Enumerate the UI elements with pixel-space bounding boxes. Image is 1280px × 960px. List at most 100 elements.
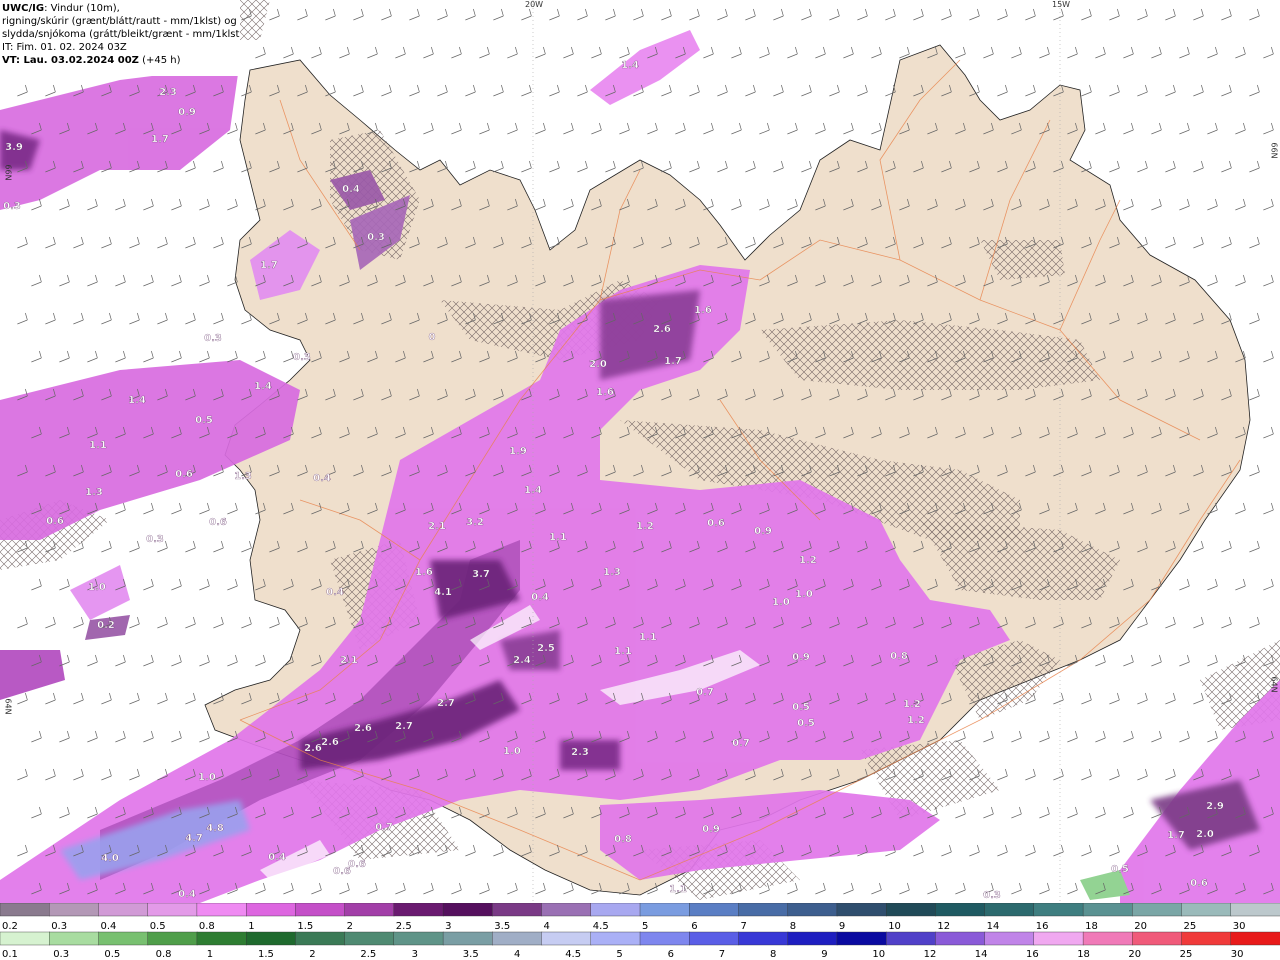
precip-value-label: 2.7 <box>395 721 413 732</box>
precip-value-label: 1.6 <box>415 567 433 578</box>
legend-tick-label: 12 <box>937 921 950 932</box>
precip-value-label: 0.4 <box>326 587 344 598</box>
legend-tick-label: 0.3 <box>53 949 69 960</box>
precip-value-label: 2.3 <box>159 87 177 98</box>
legend-tick-label: 9 <box>821 949 827 960</box>
precip-value-label: 3.7 <box>472 569 490 580</box>
precip-value-label: 2.0 <box>1196 829 1214 840</box>
legend-tick-label: 6 <box>691 921 697 932</box>
precip-value-label: 0.4 <box>342 184 360 195</box>
forecast-info-box: UWC/IG: Vindur (10m), rigning/skúrir (gr… <box>0 0 240 76</box>
rain-color-scale: 0.1 0.3 0.5 0.8 1 1.5 2 2.5 3 3.5 4 4.5 5 6 7 8 9 10 12 14 1… <box>0 931 1280 960</box>
forecast-map[interactable]: 3.92.30.91.70.31.40.40.31.70.3 00.31.41.4… <box>0 0 1280 903</box>
legend-tick-label: 20 <box>1134 921 1147 932</box>
precip-value-label: 4.1 <box>434 587 452 598</box>
precip-value-label: 1.2 <box>903 699 921 710</box>
legend-color-swatch <box>541 931 592 946</box>
color-scale-legend: 0.2 0.3 0.4 0.5 0.8 1 1.5 2 2.5 3 3.5 4 4.5 5 6 7 8 9 10 12… <box>0 903 1280 960</box>
legend-color-swatch <box>98 931 149 946</box>
precip-value-label: 1.4 <box>621 60 639 71</box>
model-name: UWC/IG <box>2 3 45 14</box>
legend-color-swatch <box>738 931 789 946</box>
precip-value-label: 0.6 <box>209 517 227 528</box>
precip-value-label: 1.4 <box>524 485 542 496</box>
legend-tick-label: 16 <box>1036 921 1049 932</box>
precip-value-label: 1.1 <box>89 440 107 451</box>
variable-snow: slydda/snjókoma (grátt/bleikt/grænt - mm… <box>2 29 240 40</box>
precip-value-label: 4.8 <box>206 823 224 834</box>
precip-value-label: 1.4 <box>128 395 146 406</box>
legend-tick-label: 16 <box>1026 949 1039 960</box>
precip-value-label: 2.9 <box>1206 801 1224 812</box>
legend-tick-label: 3 <box>412 949 418 960</box>
precip-value-label: 0 <box>429 332 436 343</box>
legend-tick-label: 5 <box>616 949 622 960</box>
legend-tick-label: 1.5 <box>258 949 274 960</box>
legend-tick-label: 12 <box>924 949 937 960</box>
precip-value-label: 0.3 <box>367 232 385 243</box>
latitude-label-64n-right: 64N <box>1269 676 1279 693</box>
legend-tick-label: 20 <box>1128 949 1141 960</box>
precip-value-label: 1.7 <box>151 134 169 145</box>
legend-tick-label: 7 <box>741 921 747 932</box>
legend-tick-label: 3.5 <box>463 949 479 960</box>
legend-tick-label: 6 <box>668 949 674 960</box>
precip-value-label: 1.3 <box>85 487 103 498</box>
precip-value-label: 4.7 <box>185 833 203 844</box>
legend-tick-label: 10 <box>872 949 885 960</box>
legend-tick-label: 4.5 <box>593 921 609 932</box>
legend-color-swatch <box>639 903 690 917</box>
precip-value-label: 1.0 <box>772 597 790 608</box>
legend-color-swatch <box>295 903 346 917</box>
legend-color-swatch <box>245 903 297 917</box>
precip-value-label: 2.1 <box>340 655 358 666</box>
legend-color-swatch <box>1082 903 1133 917</box>
precip-value-label: 0.3 <box>293 352 311 363</box>
precip-value-label: 0.3 <box>146 534 164 545</box>
precip-value-label: 0.8 <box>614 834 632 845</box>
legend-tick-label: 0.8 <box>156 949 172 960</box>
precip-value-label: 1.1 <box>614 646 632 657</box>
legend-tick-label: 25 <box>1180 949 1193 960</box>
legend-tick-label: 14 <box>987 921 1000 932</box>
precip-value-label: 1.7 <box>260 260 278 271</box>
latitude-label-66n-right: 66N <box>1269 142 1279 159</box>
snow-color-scale: 0.2 0.3 0.4 0.5 0.8 1 1.5 2 2.5 3 3.5 4 4.5 5 6 7 8 9 10 12… <box>0 903 1280 932</box>
legend-color-swatch <box>492 903 543 917</box>
legend-tick-label: 0.4 <box>101 921 117 932</box>
precip-value-label: 1.0 <box>795 589 813 600</box>
legend-color-swatch <box>787 903 838 917</box>
precip-value-label: 0.2 <box>97 620 115 631</box>
precip-value-label: 0.3 <box>3 201 21 212</box>
precip-value-label: 0.4 <box>178 889 196 900</box>
precip-value-label: 0.6 <box>175 469 193 480</box>
legend-tick-label: 0.2 <box>2 921 18 932</box>
legend-tick-label: 4.5 <box>565 949 581 960</box>
precip-value-label: 0.3 <box>204 333 222 344</box>
legend-color-swatch <box>0 903 50 917</box>
legend-color-swatch <box>49 931 100 946</box>
legend-color-swatch <box>1082 931 1133 946</box>
legend-color-swatch <box>787 931 838 946</box>
precip-value-label: 0.7 <box>375 822 393 833</box>
precip-value-label: 0.5 <box>792 702 810 713</box>
legend-color-swatch <box>836 931 887 946</box>
precip-value-label: 0.7 <box>732 738 750 749</box>
legend-tick-label: 30 <box>1231 949 1244 960</box>
latitude-label-64n-left: 64N <box>3 698 13 715</box>
legend-tick-label: 8 <box>790 921 796 932</box>
legend-tick-label: 5 <box>642 921 648 932</box>
legend-color-swatch <box>1033 931 1084 946</box>
legend-tick-label: 10 <box>888 921 901 932</box>
legend-tick-label: 0.8 <box>199 921 215 932</box>
legend-tick-label: 30 <box>1233 921 1246 932</box>
legend-color-swatch <box>196 931 247 946</box>
legend-color-swatch <box>1230 903 1280 917</box>
variable-rain: rigning/skúrir (grænt/blátt/rautt - mm/1… <box>2 16 237 27</box>
precip-value-label: 0.9 <box>792 652 810 663</box>
precip-value-label: 2.6 <box>321 737 339 748</box>
legend-color-swatch <box>442 903 494 917</box>
precip-value-label: 1.4 <box>254 381 272 392</box>
precip-value-label: 1.2 <box>636 521 654 532</box>
precip-value-label: 1.0 <box>88 582 106 593</box>
